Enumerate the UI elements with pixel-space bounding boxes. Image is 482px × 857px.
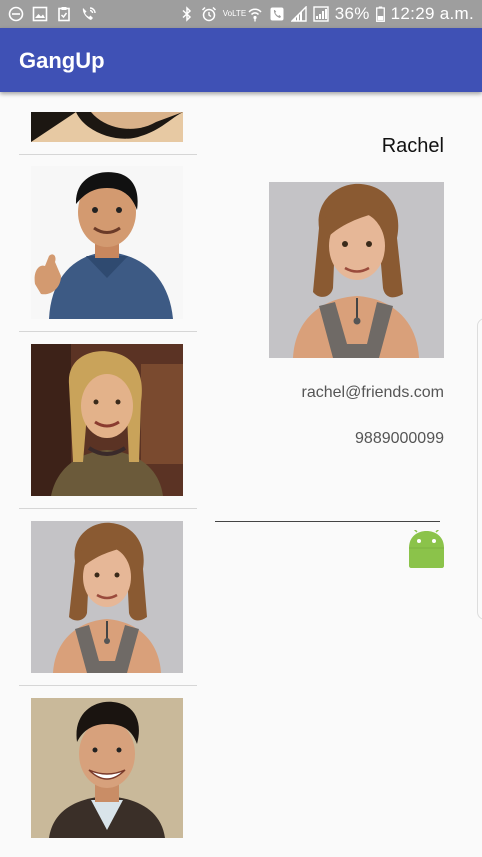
detail-name: Rachel — [381, 135, 444, 157]
dnd-icon — [8, 6, 24, 22]
hotspot-icon — [248, 8, 262, 22]
bluetooth-icon — [182, 6, 191, 22]
detail-phone: 9889000099 — [355, 430, 444, 447]
list-item-phoebe[interactable] — [19, 332, 197, 508]
detail-photo — [269, 182, 444, 358]
contact-photo — [31, 344, 183, 496]
alarm-icon — [201, 6, 216, 22]
battery-icon — [375, 6, 385, 22]
detail-divider — [215, 521, 440, 522]
phone-icon — [270, 7, 284, 21]
edge-panel-handle[interactable] — [477, 318, 482, 620]
list-item-rachel[interactable] — [19, 509, 197, 685]
contact-photo — [31, 698, 183, 838]
clock: 12:29 a.m. — [390, 4, 474, 23]
wifi-call-icon — [82, 7, 96, 20]
contact-photo — [31, 166, 183, 319]
list-item-partial[interactable] — [19, 94, 197, 154]
image-icon — [32, 6, 48, 22]
contact-photo — [31, 521, 183, 673]
android-icon[interactable] — [408, 530, 445, 568]
battery-level: 36% — [334, 4, 370, 23]
app-title: GangUp — [19, 48, 105, 73]
signal-icon — [290, 6, 307, 22]
contact-list[interactable] — [0, 94, 215, 857]
clipboard-icon — [58, 7, 70, 22]
status-bar: VoLTE 36% 12:29 a.m. — [0, 0, 482, 28]
list-item-ross[interactable] — [19, 155, 197, 331]
list-item-joey[interactable] — [19, 686, 197, 857]
signal-icon-2 — [313, 6, 329, 22]
detail-email: rachel@friends.com — [301, 384, 444, 401]
contact-photo — [31, 112, 183, 142]
app-bar: GangUp — [0, 28, 482, 92]
volte-icon: VoLTE — [222, 9, 247, 18]
